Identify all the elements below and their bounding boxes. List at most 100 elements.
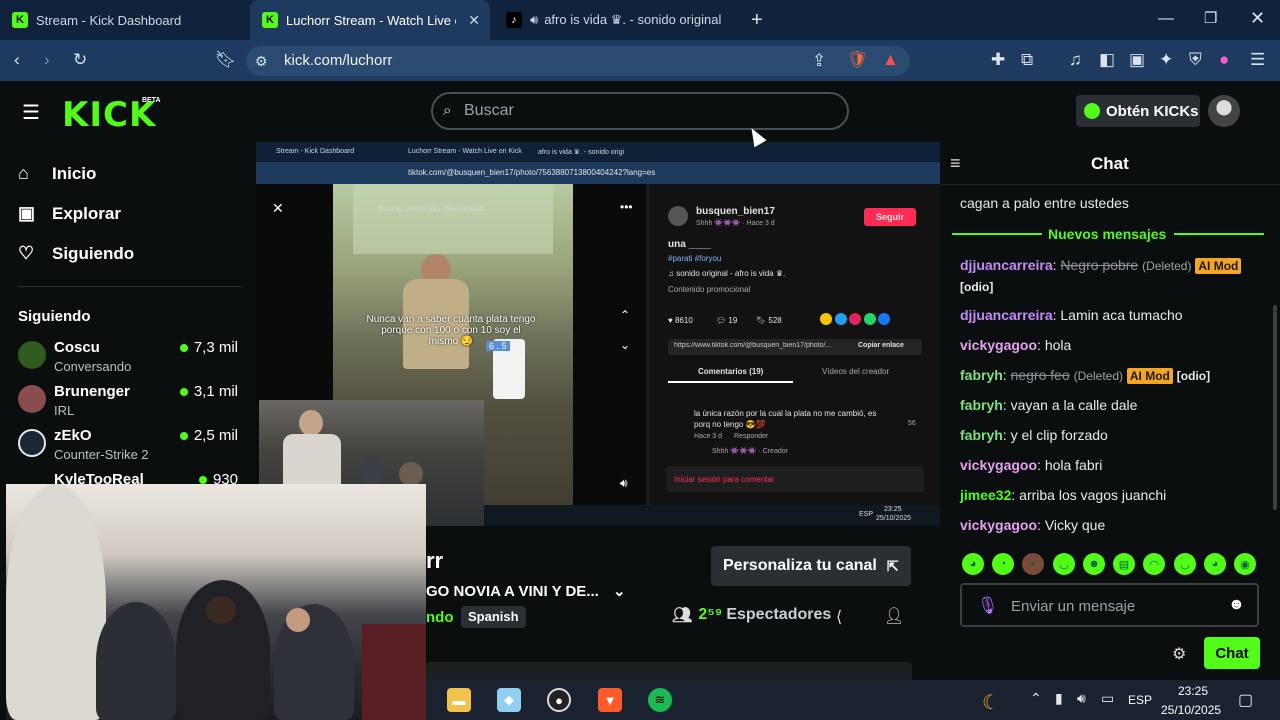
emote-icon[interactable]: ◕ (1204, 553, 1226, 575)
tray-chevron-icon[interactable]: ⌃ (1030, 690, 1042, 707)
clock-time[interactable]: 23:25 (1178, 684, 1208, 698)
blanket-shape (362, 624, 426, 720)
nav-label: Explorar (52, 203, 121, 223)
tiktok-details-panel: busquen_bien17 Shhh 👾👾👾 · Hace 3 d Segui… (650, 184, 940, 526)
chat-message: fabryh: vayan a la calle dale (960, 397, 1138, 413)
chat-username[interactable]: fabryh (960, 367, 1003, 383)
notes-app-icon[interactable]: ◆ (497, 688, 521, 712)
channel-name: zEkO (54, 427, 92, 444)
channel-item-brunenger[interactable]: Brunenger IRL 3,1 mil (18, 383, 240, 427)
user-avatar[interactable] (1208, 95, 1240, 127)
bookmark-icon[interactable]: 🔖︎ (215, 50, 237, 70)
nav-siguiendo[interactable]: ♡ Siguiendo (18, 243, 134, 264)
shared-taskbar: ESP 23:25 25/10/2025 (484, 505, 940, 526)
stream-category[interactable]: ndo (426, 609, 454, 626)
url-text[interactable]: kick.com/luchorr (284, 52, 392, 69)
emote-icon[interactable]: ◡ (1174, 553, 1196, 575)
channel-item-kyletooreal[interactable]: KyleTooReal 930 (18, 471, 240, 485)
nav-explorar[interactable]: ▣ Explorar (18, 203, 121, 224)
spotify-icon[interactable]: ≋ (648, 688, 672, 712)
chat-message: vickygagoo: hola fabri (960, 457, 1103, 473)
site-settings-icon[interactable]: ⚙ (255, 51, 268, 71)
emote-icon[interactable]: ◡ (1053, 553, 1075, 575)
gear-icon[interactable]: ⚙ (1172, 644, 1186, 664)
chat-username[interactable]: vickygagoo (960, 457, 1037, 473)
forward-icon[interactable]: › (44, 50, 50, 70)
share-icon[interactable]: ⇪ (812, 51, 826, 71)
chat-username[interactable]: fabryh (960, 397, 1003, 413)
new-messages-divider[interactable]: Nuevos mensajes (952, 226, 1264, 242)
menu-icon[interactable]: ☰ (1250, 50, 1265, 70)
file-explorer-icon[interactable]: ▬ (447, 688, 471, 712)
restore-icon[interactable]: ❐ (1204, 9, 1217, 27)
add-follow-icon[interactable]: 👤︎ (884, 606, 904, 626)
minimize-icon[interactable]: — (1158, 10, 1174, 28)
brave-shield-icon[interactable]: 🛡︎ (847, 50, 869, 70)
chat-username[interactable]: vickygagoo (960, 337, 1037, 353)
media-icon[interactable]: ♫ (1069, 50, 1082, 70)
microphone-icon[interactable]: 🎙︎ (977, 596, 999, 616)
chevron-down-icon[interactable]: ⌄ (613, 583, 626, 600)
viewers-icon: 👥︎ (672, 607, 693, 624)
volume-icon[interactable]: 🔊︎ (1077, 690, 1086, 707)
obs-icon[interactable]: ● (547, 688, 571, 712)
more-options-icon: ••• (620, 200, 633, 214)
tab-kick-dashboard[interactable]: K Stream - Kick Dashboard (0, 0, 248, 40)
clock-date[interactable]: 25/10/2025 (1161, 703, 1221, 717)
chat-username[interactable]: vickygagoo (960, 517, 1037, 533)
tiktok-sound: ♫ sonido original - afro is vida ♛. (668, 269, 786, 278)
chat-username[interactable]: djjuancarreira (960, 307, 1053, 323)
tiktok-username: busquen_bien17 (696, 206, 775, 217)
extensions-icon[interactable]: ✚ (991, 50, 1005, 70)
chat-scrollbar[interactable] (1273, 305, 1277, 510)
leo-ai-icon[interactable]: ✦ (1159, 50, 1173, 70)
emoji-icon[interactable]: ☻ (1228, 596, 1245, 614)
customize-channel-button[interactable]: Personaliza tu canal ⇱ (711, 546, 911, 586)
hamburger-menu-icon[interactable]: ☰ (22, 100, 40, 125)
emote-icon[interactable]: ◠ (1143, 553, 1165, 575)
brave-browser-icon[interactable]: ▼ (598, 688, 622, 712)
chevron-up-icon: ⌃ (620, 308, 631, 322)
network-icon[interactable]: ▭ (1101, 690, 1114, 707)
tab-tiktok[interactable]: ♪ 🔊︎ afro is vida ♛. - sonido original (494, 0, 744, 40)
emote-icon[interactable]: ☻ (1083, 553, 1105, 575)
night-light-icon[interactable]: ☾ (982, 690, 1000, 715)
emote-icon[interactable]: ◕ (962, 553, 984, 575)
live-dot-icon (179, 388, 188, 397)
reload-icon[interactable]: ↻ (73, 50, 87, 70)
screenshot-icon[interactable]: ⧉ (1021, 50, 1033, 70)
collapse-chat-icon[interactable]: ≡ (950, 153, 961, 174)
chat-message: fabryh: negro feo (Deleted) AI Mod [odio… (960, 367, 1211, 384)
sidebar-icon[interactable]: ◧ (1099, 50, 1115, 70)
wallet-icon[interactable]: ▣ (1129, 50, 1145, 70)
channel-item-zeko[interactable]: zEkO Counter-Strike 2 2,5 mil (18, 427, 240, 471)
back-icon[interactable]: ‹ (14, 50, 20, 70)
tab-luchorr-stream[interactable]: K Luchorr Stream - Watch Live on K ✕ (250, 0, 490, 40)
language-tag[interactable]: Spanish (461, 606, 526, 628)
usb-icon[interactable]: ▮ (1055, 690, 1063, 707)
vpn-icon[interactable]: ⛨ (1189, 50, 1202, 70)
chat-username[interactable]: fabryh (960, 427, 1003, 443)
brave-rewards-icon[interactable]: ▲ (882, 50, 899, 70)
keyboard-language[interactable]: ESP (1128, 693, 1152, 707)
emote-icon[interactable]: ▪ (1022, 553, 1044, 575)
emote-icon[interactable]: ▤ (1113, 553, 1135, 575)
streamer-name[interactable]: rr (426, 548, 443, 574)
shared-search: Buscar contenido relacionado (378, 204, 484, 213)
nav-inicio[interactable]: ⌂ Inicio (18, 163, 96, 184)
chat-username[interactable]: djjuancarreira (960, 257, 1053, 273)
get-kicks-button[interactable]: Obtén KICKs (1076, 95, 1200, 127)
chat-username[interactable]: jimee32 (960, 487, 1011, 503)
share-icon[interactable]: ⟨ (836, 607, 842, 627)
profile-icon[interactable]: ● (1219, 50, 1229, 70)
close-tab-icon[interactable]: ✕ (468, 12, 480, 29)
channel-item-coscu[interactable]: Coscu Conversando 7,3 mil (18, 339, 240, 383)
notifications-icon[interactable]: ▢ (1238, 690, 1253, 710)
video-player[interactable]: Stream - Kick Dashboard Luchorr Stream -… (256, 142, 940, 526)
new-tab-button[interactable]: + (751, 9, 763, 32)
emote-icon[interactable]: ◉ (1234, 553, 1256, 575)
close-window-icon[interactable]: ✕ (1250, 8, 1265, 29)
send-chat-button[interactable]: Chat (1204, 637, 1260, 669)
stream-title[interactable]: GO NOVIA A VINI Y DE... ⌄ (426, 582, 626, 600)
emote-icon[interactable]: ◔ (992, 553, 1014, 575)
